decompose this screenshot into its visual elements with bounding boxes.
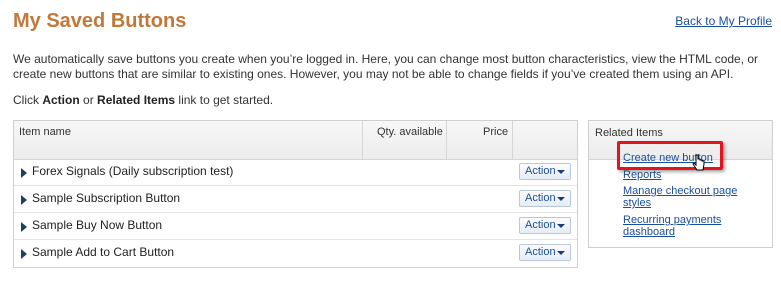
column-header-price: Price <box>483 126 509 138</box>
column-divider <box>512 121 513 159</box>
instruction-middle: or <box>79 93 98 107</box>
action-button-label: Action <box>525 246 556 258</box>
highlight-box <box>617 141 723 170</box>
dropdown-caret-icon <box>557 197 565 201</box>
column-header-qty: Qty. available <box>377 126 443 138</box>
action-button-label: Action <box>525 192 556 204</box>
dropdown-caret-icon <box>557 251 565 255</box>
column-divider <box>362 121 363 159</box>
instruction-related: Related Items <box>97 93 176 107</box>
action-button[interactable]: Action <box>519 217 571 234</box>
intro-text: We automatically save buttons you create… <box>13 52 759 81</box>
saved-buttons-table: Item name Qty. available Price Forex Sig… <box>13 120 578 268</box>
recurring-payments-dashboard-link[interactable]: Recurring payments dashboard <box>623 214 733 238</box>
item-name: Forex Signals (Daily subscription test) <box>32 164 234 178</box>
related-items-panel: Related Items Create new button Reports … <box>588 120 773 248</box>
expand-arrow-icon[interactable] <box>21 195 27 205</box>
table-row: Sample Subscription Button Action <box>14 186 577 213</box>
table-row: Sample Add to Cart Button Action <box>14 240 577 267</box>
instruction-action: Action <box>42 93 80 107</box>
table-row: Sample Buy Now Button Action <box>14 213 577 240</box>
instruction-suffix: link to get started. <box>175 93 274 107</box>
manage-checkout-styles-link[interactable]: Manage checkout page styles <box>623 185 748 209</box>
action-button-label: Action <box>525 219 556 231</box>
action-button[interactable]: Action <box>519 244 571 261</box>
action-button[interactable]: Action <box>519 163 571 180</box>
item-name: Sample Buy Now Button <box>32 218 163 232</box>
item-name: Sample Add to Cart Button <box>32 245 175 259</box>
expand-arrow-icon[interactable] <box>21 222 27 232</box>
table-row: Forex Signals (Daily subscription test) … <box>14 159 577 186</box>
table-header: Item name Qty. available Price <box>14 121 577 160</box>
item-name: Sample Subscription Button <box>32 191 181 205</box>
dropdown-caret-icon <box>557 170 565 174</box>
back-to-profile-link[interactable]: Back to My Profile <box>675 14 772 28</box>
page-title: My Saved Buttons <box>13 10 187 32</box>
hand-cursor-icon <box>692 154 705 171</box>
dropdown-caret-icon <box>557 224 565 228</box>
instruction-prefix: Click <box>13 93 43 107</box>
action-button-label: Action <box>525 165 556 177</box>
action-button[interactable]: Action <box>519 190 571 207</box>
column-header-item-name: Item name <box>19 126 71 138</box>
related-items-title: Related Items <box>595 127 663 139</box>
column-divider <box>446 121 447 159</box>
expand-arrow-icon[interactable] <box>21 249 27 259</box>
instruction-text: Click Action or Related Items link to ge… <box>13 93 273 107</box>
expand-arrow-icon[interactable] <box>21 168 27 178</box>
